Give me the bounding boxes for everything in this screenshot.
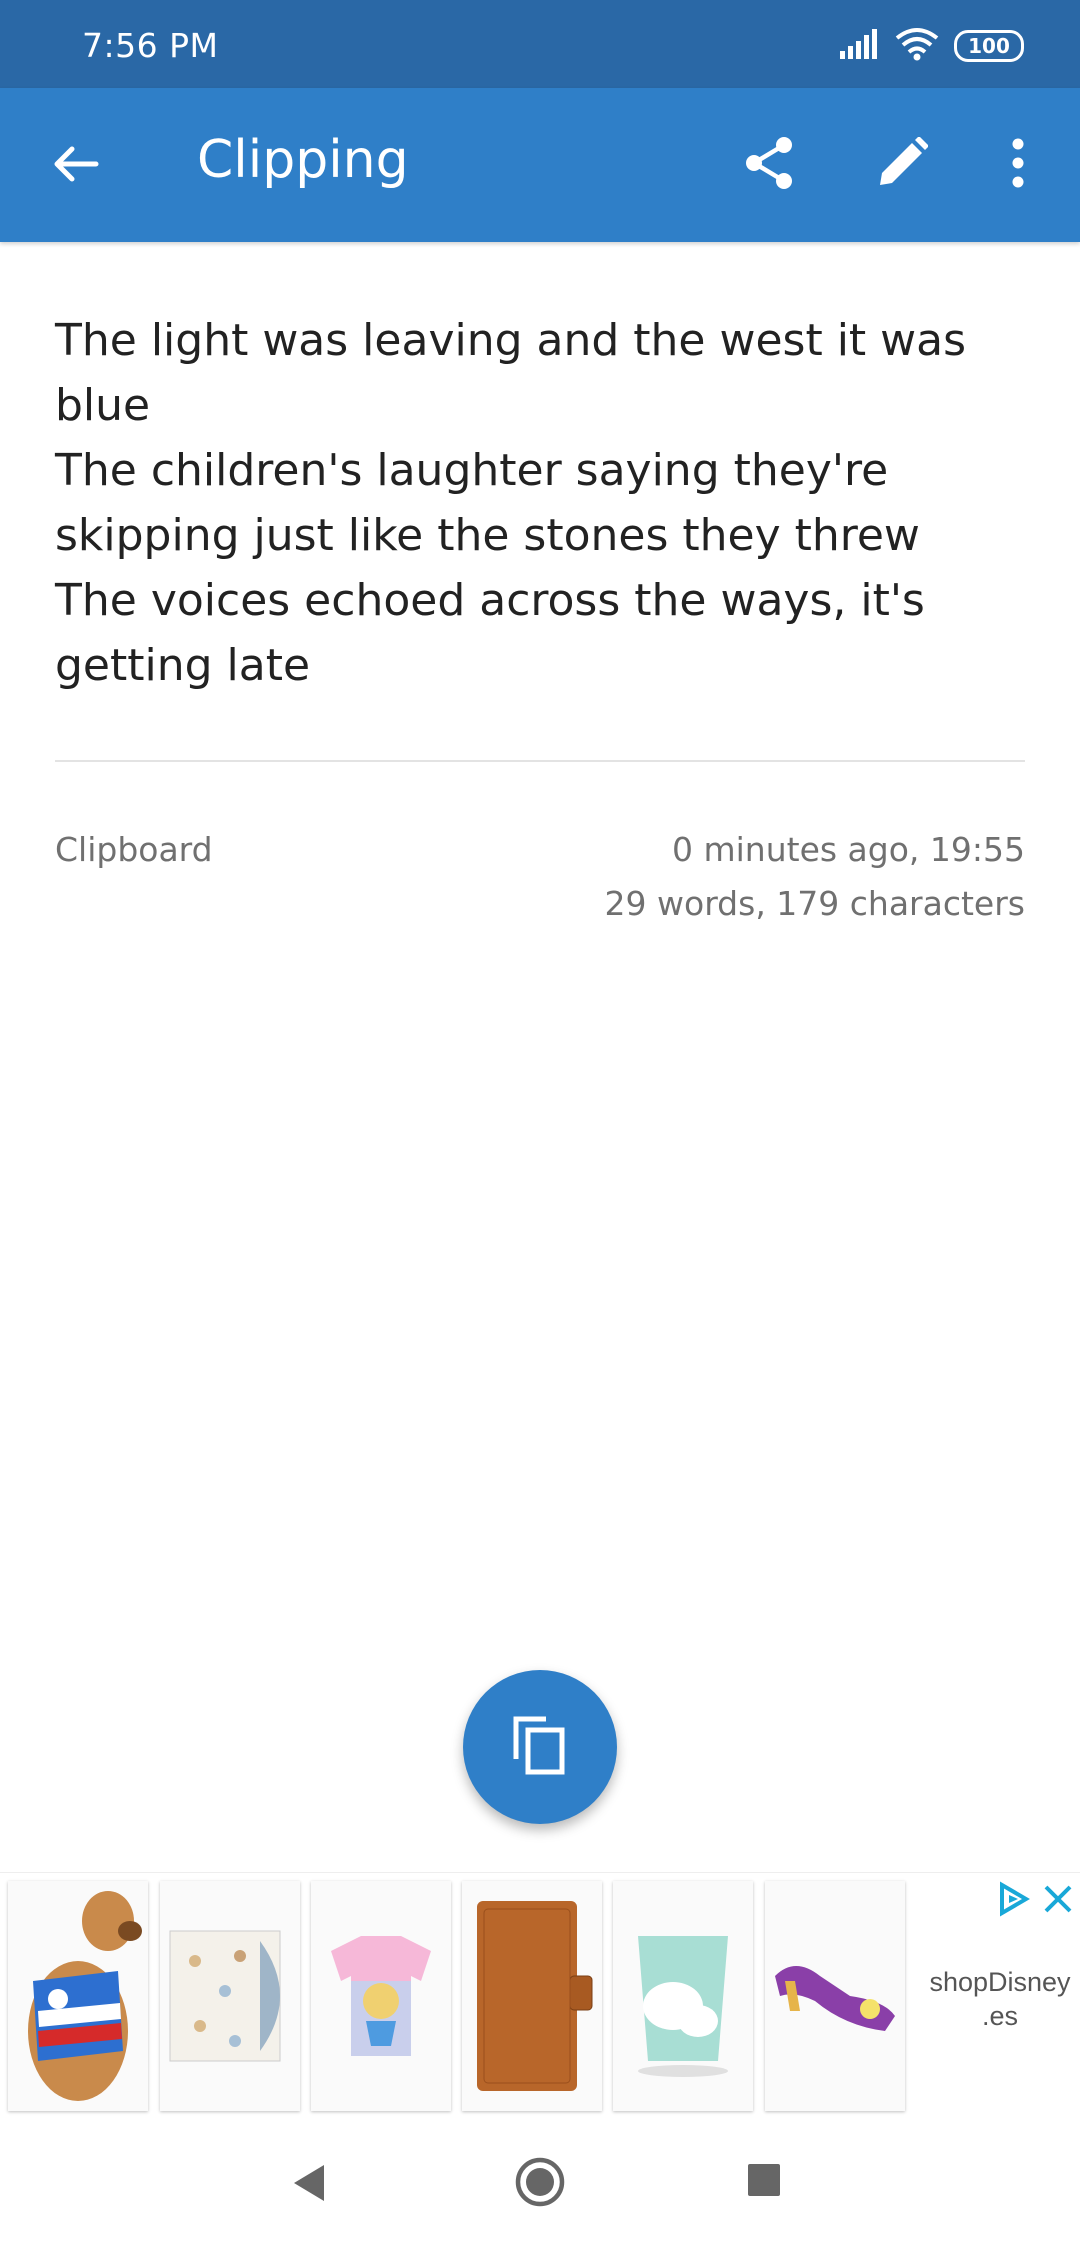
copy-icon	[510, 1713, 570, 1781]
photo-album-image	[169, 1930, 281, 2062]
wifi-icon	[894, 27, 940, 65]
ad-product-photo-album[interactable]	[160, 1881, 300, 2111]
purple-shoe-image	[775, 1966, 895, 2031]
alice-tshirt-image	[331, 1936, 431, 2056]
clip-word-count: 29 words, 179 characters	[604, 884, 1025, 923]
clip-source: Clipboard	[55, 830, 213, 869]
ad-product-purple-shoe[interactable]	[765, 1881, 905, 2111]
more-options-button[interactable]	[986, 133, 1050, 197]
page-title: Clipping	[197, 130, 409, 190]
nav-recents-icon[interactable]	[748, 2164, 780, 2196]
back-arrow-icon	[52, 144, 100, 188]
ad-choices-icon[interactable]	[996, 1881, 1032, 1917]
clip-text[interactable]: The light was leaving and the west it wa…	[55, 308, 1035, 698]
clip-timestamp: 0 minutes ago, 19:55	[672, 830, 1025, 869]
ad-close-icon[interactable]	[1040, 1881, 1076, 1917]
ad-advertiser[interactable]: shopDisney .es	[922, 1965, 1078, 2033]
status-bar: 7:56 PM 100	[0, 0, 1080, 88]
ad-banner[interactable]: shopDisney .es	[0, 1872, 1080, 2119]
app-bar: Clipping	[0, 88, 1080, 242]
edit-button[interactable]	[870, 133, 934, 197]
ad-product-alice-tshirt[interactable]	[311, 1881, 451, 2111]
status-icons: 100	[838, 26, 1024, 66]
copy-fab-button[interactable]	[463, 1670, 617, 1824]
divider	[55, 760, 1025, 762]
nav-back-icon[interactable]	[290, 2162, 328, 2208]
back-button[interactable]	[44, 134, 108, 198]
ad-product-notebook[interactable]	[462, 1881, 602, 2111]
share-icon	[742, 135, 798, 195]
dog-costume-image	[28, 1891, 142, 2101]
battery-icon: 100	[954, 30, 1024, 62]
more-vert-icon	[1011, 138, 1025, 192]
edit-pencil-icon	[876, 136, 929, 193]
paper-cup-image	[638, 1936, 728, 2077]
ad-product-paper-cup[interactable]	[613, 1881, 753, 2111]
screen: 7:56 PM 100 Clipping The light was leavi…	[0, 0, 1080, 2246]
notebook-image	[477, 1901, 593, 2091]
system-nav-bar	[0, 2118, 1080, 2246]
ad-product-dog-costume[interactable]	[8, 1881, 148, 2111]
share-button[interactable]	[738, 133, 802, 197]
signal-icon	[838, 29, 880, 63]
status-time: 7:56 PM	[82, 26, 219, 65]
nav-home-icon[interactable]	[514, 2156, 566, 2212]
